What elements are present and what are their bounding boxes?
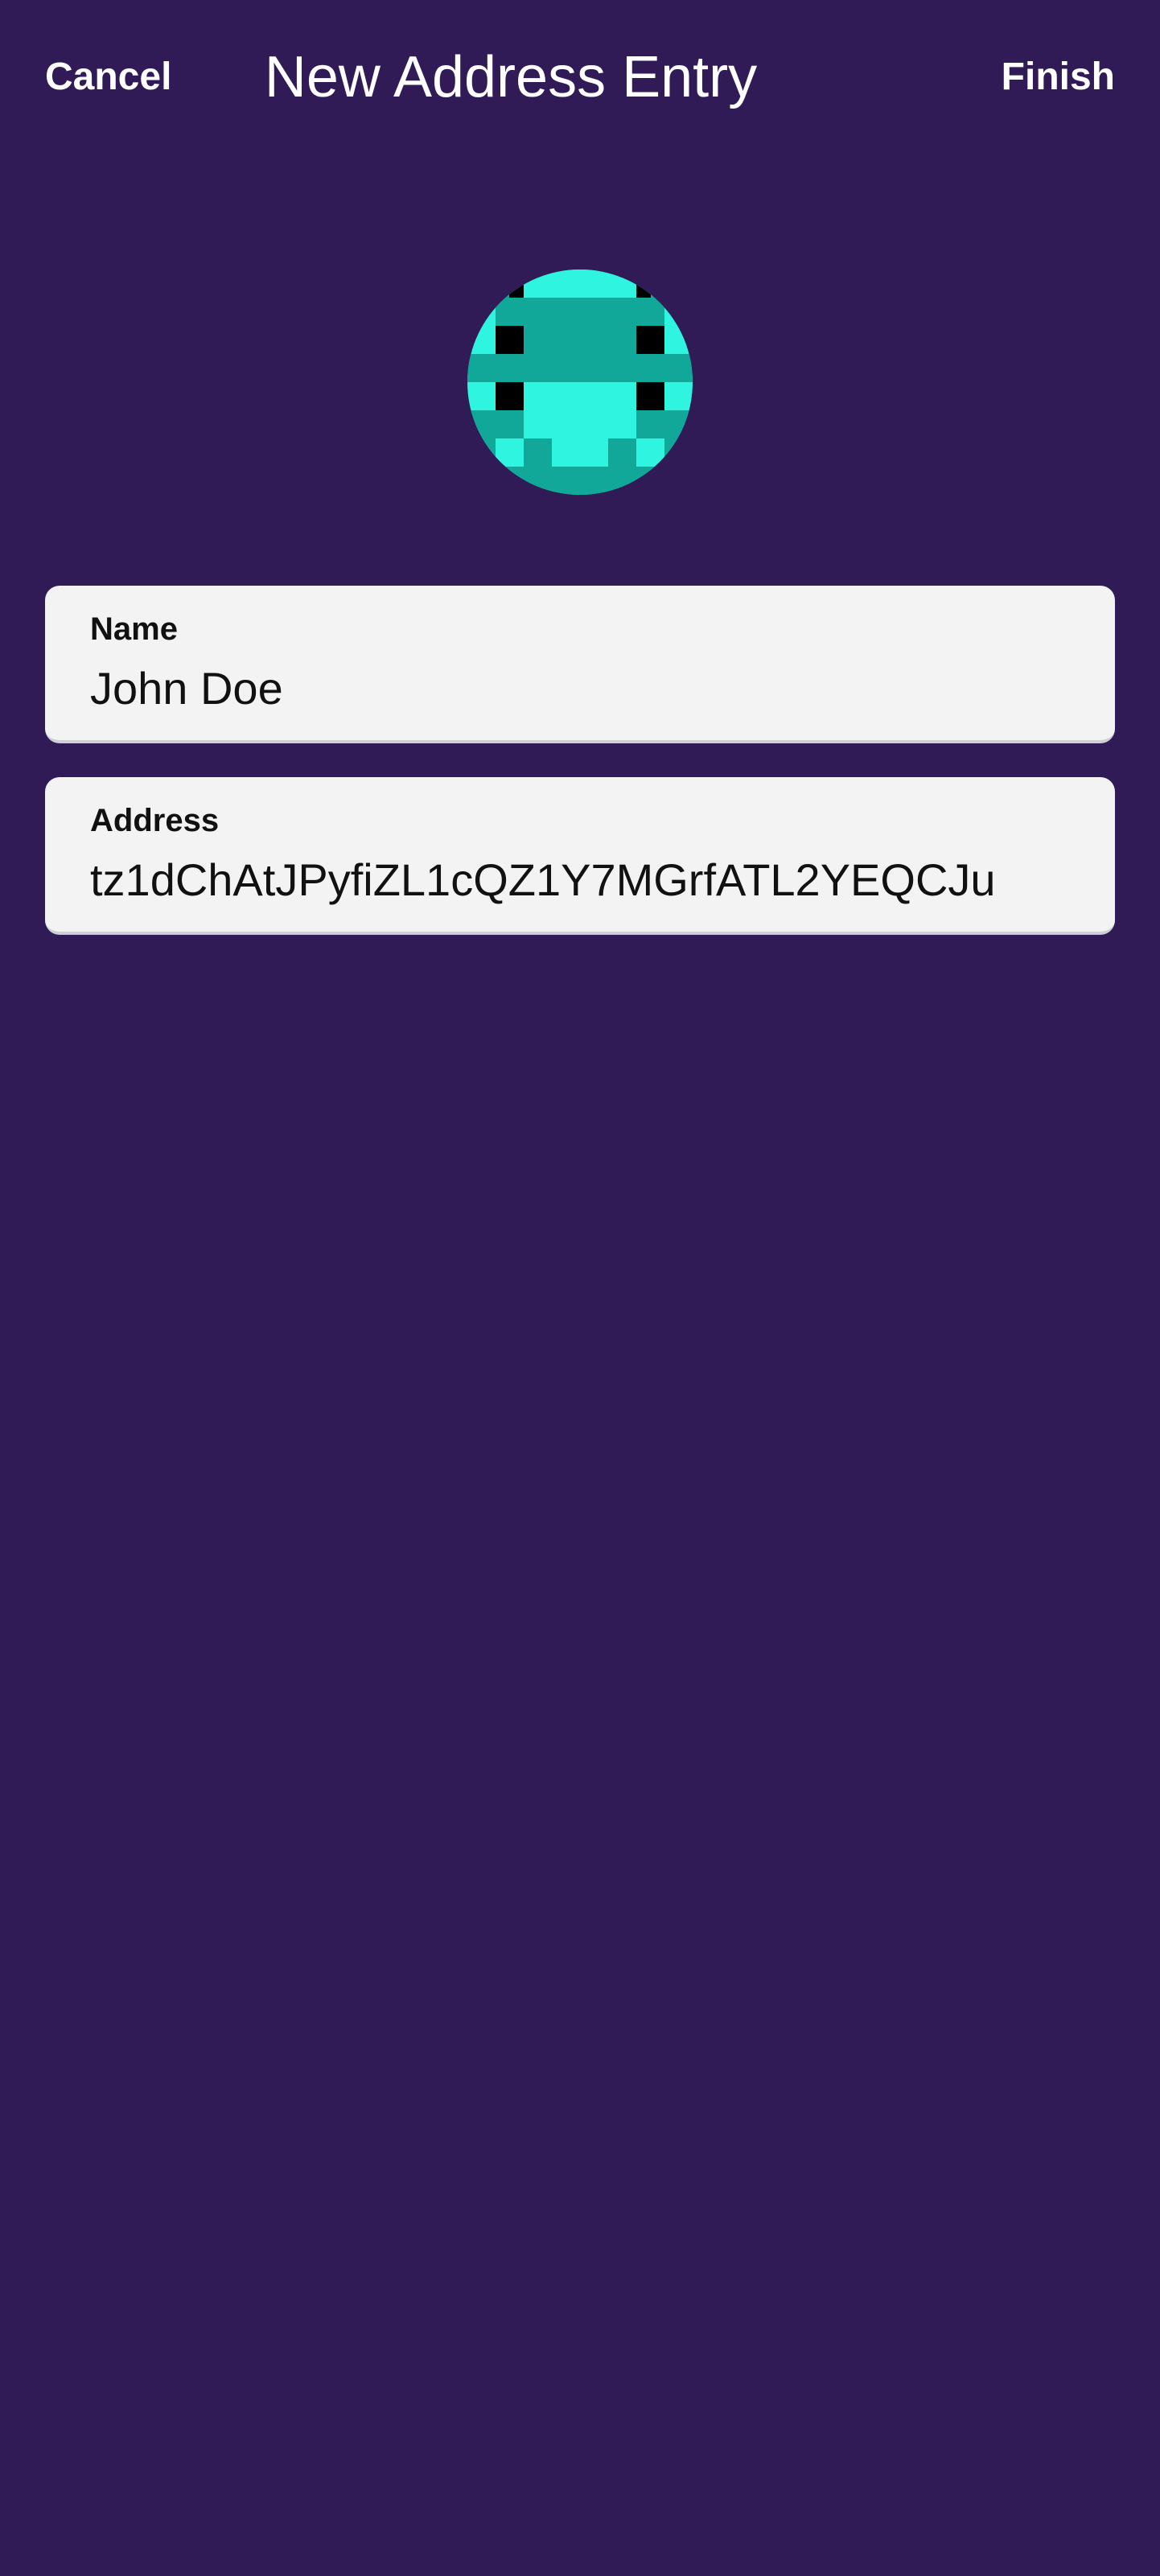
identicon-icon <box>467 270 693 495</box>
page-title: New Address Entry <box>264 45 758 109</box>
name-field-value[interactable]: John Doe <box>90 663 283 714</box>
finish-button[interactable]: Finish <box>1002 53 1115 101</box>
name-field[interactable]: Name John Doe <box>45 586 1115 743</box>
identicon-avatar <box>467 270 693 495</box>
name-field-label: Name <box>90 611 178 647</box>
top-bar: Cancel New Address Entry Finish <box>0 0 1160 161</box>
address-field[interactable]: Address tz1dChAtJPyfiZL1cQZ1Y7MGrfATL2YE… <box>45 777 1115 935</box>
address-field-value[interactable]: tz1dChAtJPyfiZL1cQZ1Y7MGrfATL2YEQCJu <box>90 854 996 906</box>
address-field-label: Address <box>90 803 220 838</box>
